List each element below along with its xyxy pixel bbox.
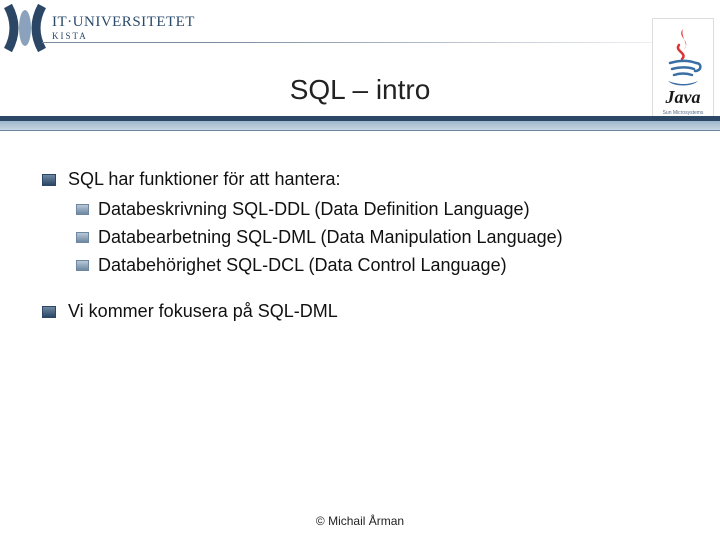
institution-campus: KISTA (52, 32, 195, 41)
slide-header: IT·UNIVERSITETET KISTA (0, 0, 720, 56)
java-cup-icon (662, 27, 704, 89)
slide-body: SQL har funktioner för att hantera: Data… (0, 144, 720, 324)
institution-name: IT·UNIVERSITETET (52, 15, 195, 30)
slide-title: SQL – intro (0, 74, 720, 106)
title-area: SQL – intro (0, 74, 720, 106)
institution-logo: IT·UNIVERSITETET KISTA (4, 4, 195, 52)
sub-bullet: Databehörighet SQL-DCL (Data Control Lan… (68, 252, 680, 278)
bullet-1-text: SQL har funktioner för att hantera: (68, 169, 341, 189)
java-wordmark: Java (666, 87, 701, 108)
sub-bullet: Databeskrivning SQL-DDL (Data Definition… (68, 196, 680, 222)
java-logo: Java Sun Microsystems (652, 18, 714, 128)
bullet-2: Vi kommer fokusera på SQL-DML (40, 298, 680, 324)
header-rule (42, 42, 720, 43)
title-rule (0, 114, 720, 144)
university-mark-icon (4, 4, 46, 52)
sub-bullet: Databearbetning SQL-DML (Data Manipulati… (68, 224, 680, 250)
bullet-1: SQL har funktioner för att hantera: Data… (40, 166, 680, 278)
bullet-2-text: Vi kommer fokusera på SQL-DML (68, 301, 338, 321)
slide-footer: © Michail Årman (0, 514, 720, 528)
